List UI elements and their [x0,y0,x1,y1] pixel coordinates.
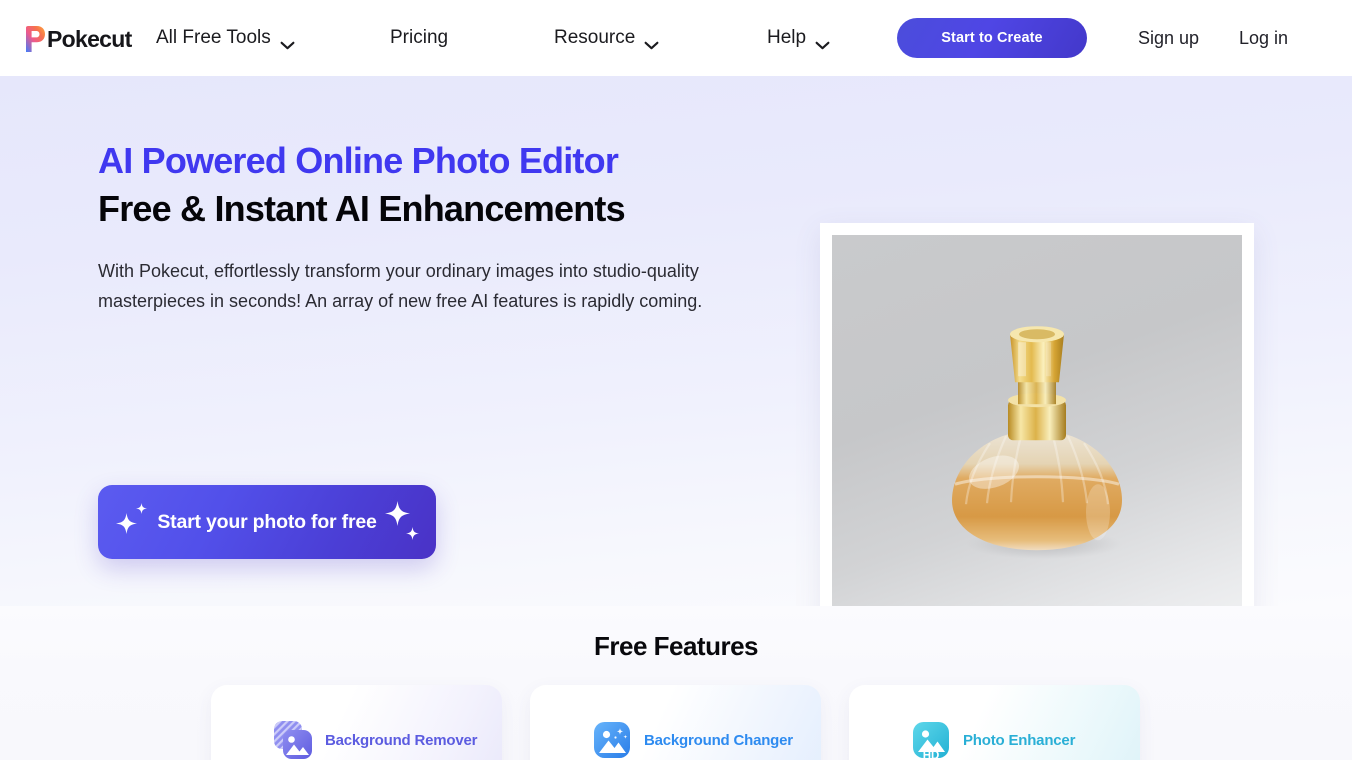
feature-card-label: Background Remover [325,731,478,749]
nav-item-all-free-tools[interactable]: All Free Tools [156,27,295,49]
sparkle-icon [385,501,410,526]
nav-item-label: Help [767,27,807,48]
feature-card-background-remover[interactable]: Background Remover [211,685,502,760]
sparkle-small-icon [406,527,419,540]
start-your-photo-for-free-button[interactable]: Start your photo for free [98,485,436,559]
feature-card-label: Background Changer [644,731,793,749]
background-changer-icon [592,720,632,760]
feature-card-label: Photo Enhancer [963,731,1076,749]
background-remover-icon [273,720,313,760]
perfume-bottle-photo [832,235,1242,639]
pokecut-landing-page: Pokecut All Free Tools Pricing Resource … [0,0,1352,760]
nav-item-pricing[interactable]: Pricing [390,27,448,49]
site-header: Pokecut All Free Tools Pricing Resource … [0,0,1352,76]
nav-item-label: Resource [554,27,636,48]
sign-up-link[interactable]: Sign up [1138,0,1199,76]
photo-enhancer-hd-icon: HD [911,720,951,760]
hero-section: AI Powered Online Photo Editor Free & In… [0,76,1352,651]
feature-card-background-changer[interactable]: Background Changer [530,685,821,760]
svg-text:HD: HD [923,750,940,760]
chevron-down-icon [280,34,295,49]
start-to-create-button[interactable]: Start to Create [897,18,1087,58]
chevron-down-icon [644,34,659,49]
brand-logo[interactable]: Pokecut [24,24,132,54]
hero-copy: AI Powered Online Photo Editor Free & In… [98,138,738,316]
nav-item-help[interactable]: Help [767,27,830,49]
nav-item-label: Pricing [390,27,449,48]
feature-card-photo-enhancer[interactable]: HD Photo Enhancer [849,685,1140,760]
features-title: Free Features [593,631,759,661]
nav-item-label: All Free Tools [156,27,271,48]
hero-image-frame [820,223,1254,651]
sparkle-small-icon [136,501,147,514]
feature-cards: Background Remover Background Changer HD… [0,685,1352,760]
nav-item-resource[interactable]: Resource [554,27,659,49]
hero-heading-main: Free & Instant AI Enhancements [98,188,626,229]
cta-label: Start your photo for free [157,510,377,533]
chevron-down-icon [815,34,830,49]
pokecut-p-logo-icon [24,25,46,53]
sparkle-icon [116,513,137,534]
hero-description: With Pokecut, effortlessly transform you… [98,261,703,311]
brand-name: Pokecut [47,26,132,52]
hero-heading-accent: AI Powered Online Photo Editor [98,140,619,181]
log-in-link[interactable]: Log in [1239,0,1288,76]
